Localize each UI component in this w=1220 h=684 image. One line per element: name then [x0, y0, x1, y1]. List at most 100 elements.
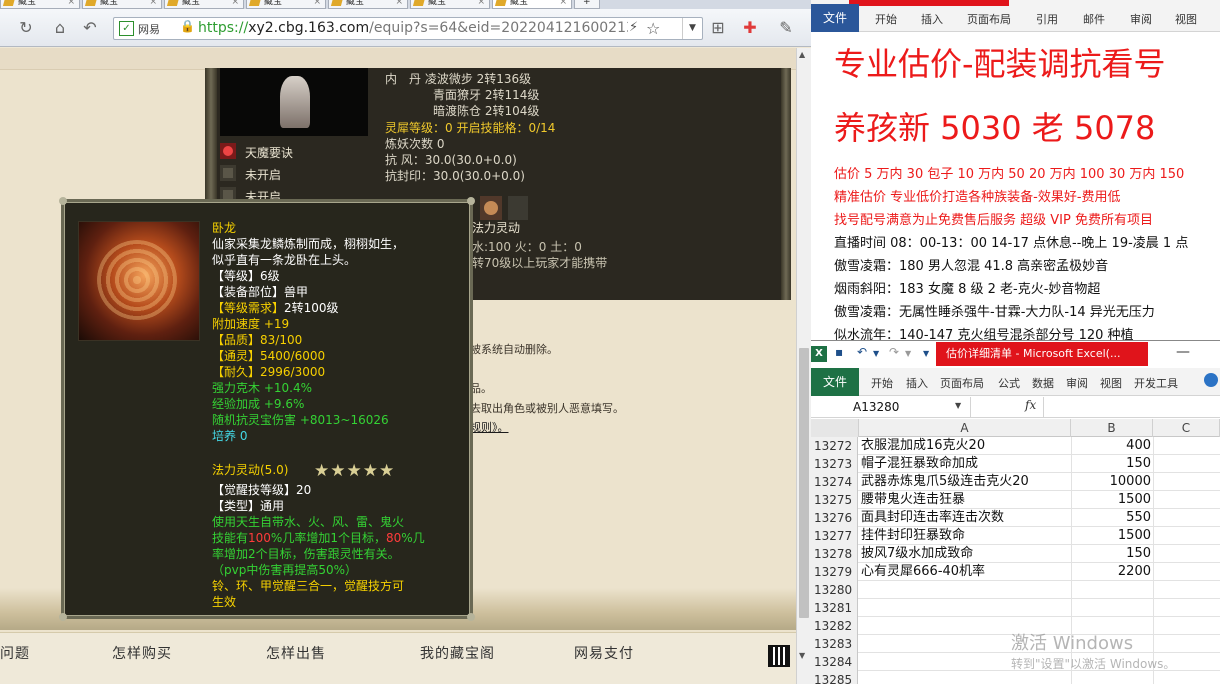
url-text[interactable]: https://xy2.cbg.163.com/equip?s=64&eid=2… [198, 20, 628, 36]
cell-b[interactable]: 1500 [1073, 491, 1151, 509]
close-tab-icon[interactable]: × [559, 0, 567, 8]
skill-tianmo-icon[interactable] [220, 143, 236, 159]
close-tab-icon[interactable]: × [149, 0, 157, 8]
row-number[interactable]: 13276 [811, 509, 858, 527]
home-icon[interactable]: ⌂ [50, 18, 70, 38]
table-row[interactable]: 13273 帽子混狂暴致命加成 150 [811, 455, 1220, 473]
browser-tab[interactable]: 藏宝 × [410, 0, 490, 9]
cell-b[interactable]: 1500 [1073, 527, 1151, 545]
grid-icon[interactable]: ⊞ [708, 18, 728, 38]
pet-icon[interactable] [480, 196, 502, 220]
table-row[interactable]: 13275 腰带鬼火连击狂暴 1500 [811, 491, 1220, 509]
browser-tab[interactable]: 藏宝 × [0, 0, 80, 9]
cell-a[interactable]: 披风7级水加成致命 [861, 545, 1071, 563]
rules-link[interactable]: 规则》。 [470, 419, 509, 435]
cell-a[interactable]: 腰带鬼火连击狂暴 [861, 491, 1071, 509]
help-icon[interactable] [1204, 373, 1218, 387]
word-tab-insert[interactable]: 插入 [921, 11, 943, 27]
reload-icon[interactable]: ↻ [16, 18, 36, 38]
table-row[interactable]: 13274 武器赤炼鬼爪5级连击克火20 10000 [811, 473, 1220, 491]
row-number[interactable]: 13273 [811, 455, 858, 473]
row-number[interactable]: 13275 [811, 491, 858, 509]
select-all-corner[interactable] [811, 419, 859, 437]
lightning-icon[interactable]: ⚡ [629, 20, 638, 35]
column-header-c[interactable]: C [1153, 419, 1220, 437]
word-tab-layout[interactable]: 页面布局 [967, 11, 1011, 27]
cell-a[interactable]: 挂件封印狂暴致命 [861, 527, 1071, 545]
column-header-b[interactable]: B [1071, 419, 1153, 437]
scrollbar-thumb[interactable] [799, 348, 809, 618]
insert-function-icon[interactable]: fx [1025, 398, 1036, 412]
table-row[interactable]: 13281 [811, 599, 1220, 617]
footer-link-pay[interactable]: 网易支付 [574, 643, 634, 663]
cell-a[interactable]: 心有灵犀666-40机率 [861, 563, 1071, 581]
save-icon[interactable]: ▪ [835, 345, 843, 359]
word-document[interactable]: 专业估价-配装调抗看号 养孩新 5030 老 5078 估价 5 万内 30 包… [811, 33, 1220, 340]
close-tab-icon[interactable]: × [231, 0, 239, 8]
excel-tab-insert[interactable]: 插入 [906, 375, 928, 391]
footer-link-buy[interactable]: 怎样购买 [112, 643, 172, 663]
wrench-icon[interactable]: ✎ [776, 18, 796, 38]
undo-icon[interactable]: ↶ [857, 345, 867, 359]
table-row[interactable]: 13280 [811, 581, 1220, 599]
row-number[interactable]: 13284 [811, 653, 858, 671]
cell-a[interactable]: 帽子混狂暴致命加成 [861, 455, 1071, 473]
table-row[interactable]: 13276 面具封印连击率连击次数 550 [811, 509, 1220, 527]
row-number[interactable]: 13280 [811, 581, 858, 599]
browser-tab[interactable]: 藏宝 × [164, 0, 244, 9]
name-box-dropdown-icon[interactable]: ▼ [955, 401, 961, 410]
cell-b[interactable]: 2200 [1073, 563, 1151, 581]
excel-tab-view[interactable]: 视图 [1100, 375, 1122, 391]
word-tab-home[interactable]: 开始 [875, 11, 897, 27]
table-row[interactable]: 13285 [811, 671, 1220, 684]
browser-tab-active[interactable]: 藏宝 × [492, 0, 572, 9]
table-row[interactable]: 13278 披风7级水加成致命 150 [811, 545, 1220, 563]
row-number[interactable]: 13282 [811, 617, 858, 635]
redo-icon[interactable]: ↷ [889, 345, 899, 359]
column-header-a[interactable]: A [859, 419, 1071, 437]
footer-link-my[interactable]: 我的藏宝阁 [420, 643, 495, 663]
game-icon[interactable]: ✚ [740, 18, 760, 38]
row-number[interactable]: 13272 [811, 437, 858, 455]
cell-b[interactable]: 150 [1073, 455, 1151, 473]
page-scrollbar[interactable]: ▲ ▼ [796, 48, 811, 684]
bookmark-star-icon[interactable]: ☆ [646, 19, 660, 38]
row-number[interactable]: 13283 [811, 635, 858, 653]
table-row[interactable]: 13279 心有灵犀666-40机率 2200 [811, 563, 1220, 581]
qr-code-icon[interactable] [768, 645, 790, 667]
excel-tab-data[interactable]: 数据 [1032, 375, 1054, 391]
address-bar[interactable]: ✓ 网易 🔒 https://xy2.cbg.163.com/equip?s=6… [113, 17, 703, 40]
browser-tab[interactable]: 藏宝 × [328, 0, 408, 9]
row-number[interactable]: 13281 [811, 599, 858, 617]
row-number[interactable]: 13279 [811, 563, 858, 581]
cell-b[interactable]: 10000 [1073, 473, 1151, 491]
excel-file-tab[interactable]: 文件 [811, 368, 859, 396]
back-icon[interactable]: ↶ [80, 18, 100, 38]
footer-link-faq[interactable]: 问题 [0, 643, 30, 663]
footer-link-sell[interactable]: 怎样出售 [266, 643, 326, 663]
close-tab-icon[interactable]: × [67, 0, 75, 8]
customize-qat-icon[interactable]: ▼ [923, 349, 929, 358]
cell-a[interactable]: 面具封印连击率连击次数 [861, 509, 1071, 527]
browser-tab[interactable]: 藏宝 × [82, 0, 162, 9]
excel-tab-layout[interactable]: 页面布局 [940, 375, 984, 391]
close-tab-icon[interactable]: × [313, 0, 321, 8]
table-row[interactable]: 13277 挂件封印狂暴致命 1500 [811, 527, 1220, 545]
undo-dropdown-icon[interactable]: ▼ [873, 349, 879, 358]
close-tab-icon[interactable]: × [395, 0, 403, 8]
row-number[interactable]: 13274 [811, 473, 858, 491]
formula-input[interactable] [1043, 397, 1220, 417]
new-tab-button[interactable]: + [574, 0, 600, 9]
name-box[interactable]: A13280 [811, 397, 971, 417]
table-row[interactable]: 13272 衣服混加成16克火20 400 [811, 437, 1220, 455]
row-number[interactable]: 13278 [811, 545, 858, 563]
word-tab-mailings[interactable]: 邮件 [1083, 11, 1105, 27]
word-tab-references[interactable]: 引用 [1036, 11, 1058, 27]
excel-tab-review[interactable]: 审阅 [1066, 375, 1088, 391]
scroll-down-icon[interactable]: ▼ [799, 651, 805, 660]
word-tab-view[interactable]: 视图 [1175, 11, 1197, 27]
address-dropdown-icon[interactable]: ▼ [682, 18, 702, 39]
word-file-tab[interactable]: 文件 [811, 4, 859, 32]
cell-b[interactable]: 150 [1073, 545, 1151, 563]
cell-a[interactable]: 衣服混加成16克火20 [861, 437, 1071, 455]
